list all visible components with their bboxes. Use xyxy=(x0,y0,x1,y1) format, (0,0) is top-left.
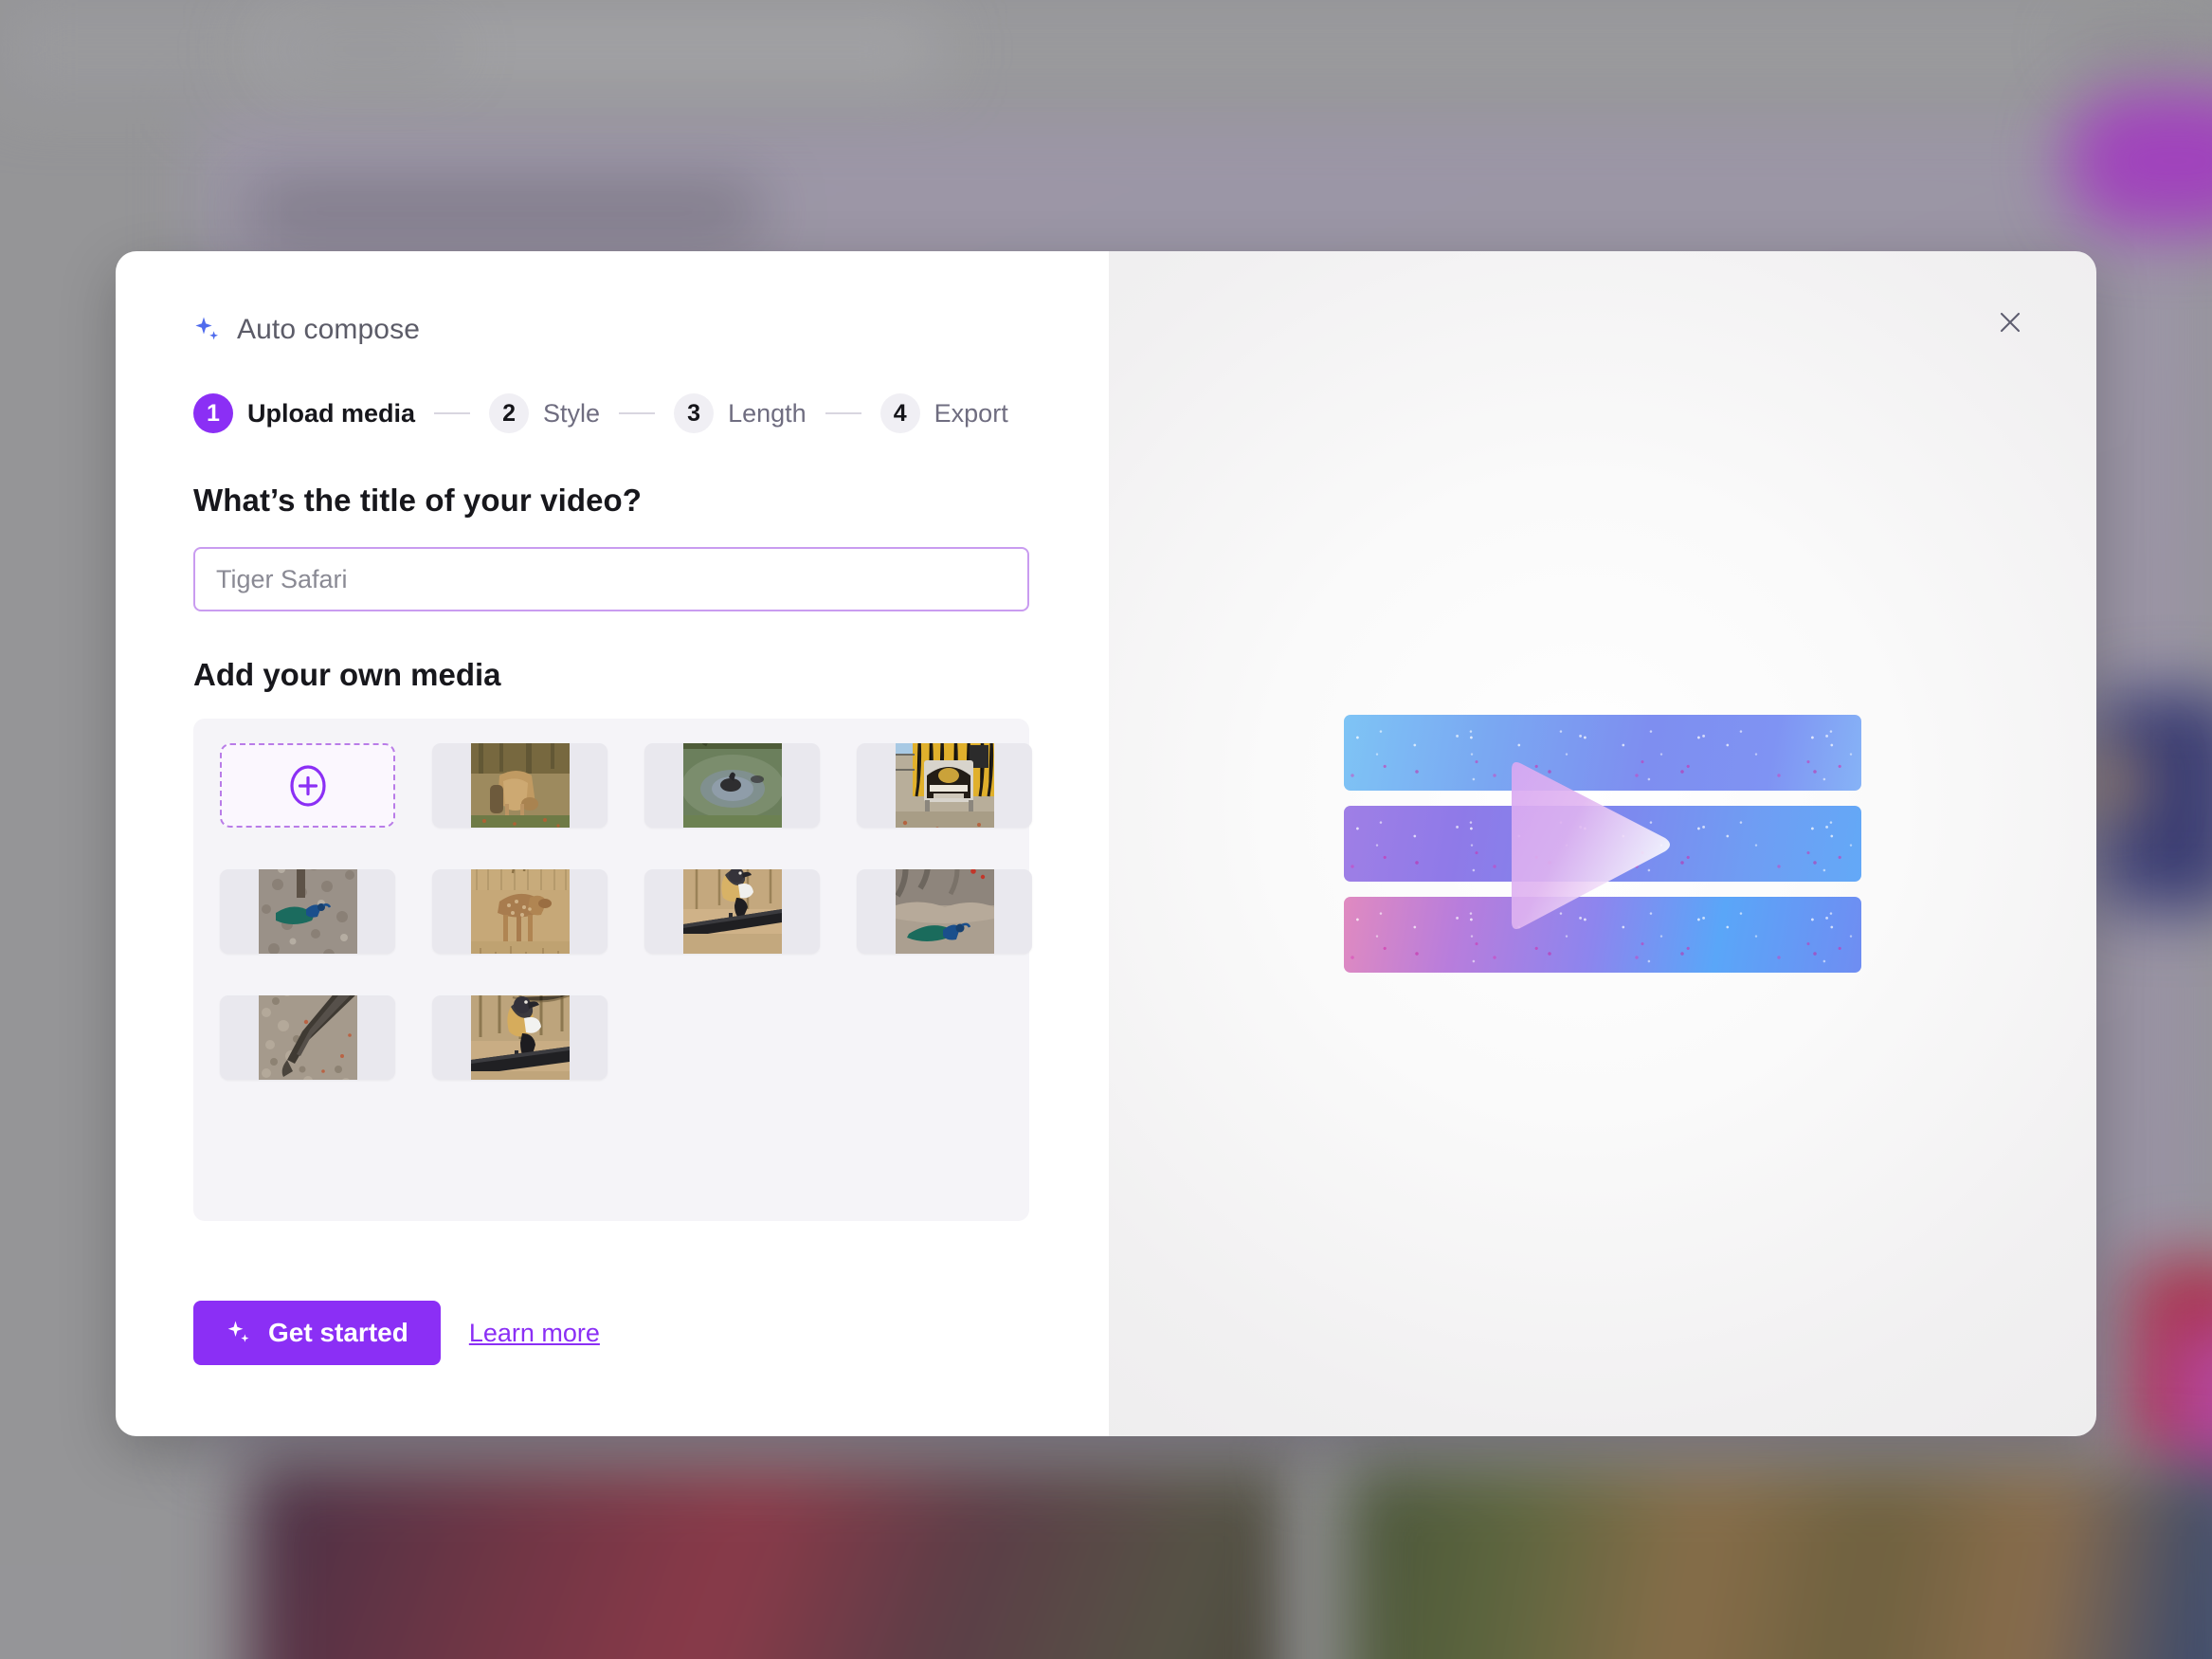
step-4-label: Export xyxy=(934,399,1008,428)
thumbnail-image xyxy=(259,995,357,1080)
thumbnail-image xyxy=(471,869,570,954)
dialog-footer-actions: Get started Learn more xyxy=(193,1301,600,1365)
sparkle-icon xyxy=(193,316,222,344)
video-title-input[interactable] xyxy=(193,547,1029,611)
video-title-question: What’s the title of your video? xyxy=(193,483,1109,519)
thumbnail-image xyxy=(683,743,782,828)
sparkle-icon xyxy=(226,1320,252,1346)
thumbnail-image xyxy=(896,743,994,828)
dialog-brand: Auto compose xyxy=(193,314,1109,346)
media-thumbnail[interactable] xyxy=(220,995,395,1080)
thumbnail-image xyxy=(896,869,994,954)
close-button[interactable] xyxy=(1988,301,2032,344)
media-thumbnail[interactable] xyxy=(432,743,607,828)
step-connector-1 xyxy=(434,412,470,414)
add-media-tile[interactable] xyxy=(220,743,395,828)
media-thumbnail[interactable] xyxy=(857,743,1032,828)
media-thumbnail[interactable] xyxy=(857,869,1032,954)
wizard-step-2[interactable]: 2 Style xyxy=(489,393,600,433)
step-connector-3 xyxy=(825,412,861,414)
step-4-badge: 4 xyxy=(880,393,920,433)
dialog-brand-label: Auto compose xyxy=(237,314,420,346)
dialog-preview-panel xyxy=(1109,251,2096,1436)
play-triangle-icon xyxy=(1502,757,1677,935)
step-1-badge: 1 xyxy=(193,393,233,433)
step-2-badge: 2 xyxy=(489,393,529,433)
get-started-button[interactable]: Get started xyxy=(193,1301,441,1365)
dialog-left-panel: Auto compose 1 Upload media 2 Style 3 Le… xyxy=(116,251,1109,1436)
wizard-stepper: 1 Upload media 2 Style 3 Length 4 Export xyxy=(193,393,1109,433)
step-connector-2 xyxy=(619,412,655,414)
media-thumbnail[interactable] xyxy=(644,869,820,954)
thumbnail-image xyxy=(259,869,357,954)
thumbnail-image xyxy=(471,743,570,828)
step-3-label: Length xyxy=(728,399,807,428)
wizard-step-4[interactable]: 4 Export xyxy=(880,393,1008,433)
close-icon xyxy=(1996,308,2024,337)
step-2-label: Style xyxy=(543,399,600,428)
plus-circle-icon xyxy=(287,765,329,807)
media-thumbnail[interactable] xyxy=(644,743,820,828)
get-started-label: Get started xyxy=(268,1318,408,1348)
media-thumbnail[interactable] xyxy=(432,995,607,1080)
media-thumbnail[interactable] xyxy=(220,869,395,954)
thumbnail-image xyxy=(471,995,570,1080)
media-thumbnail[interactable] xyxy=(432,869,607,954)
media-panel xyxy=(193,719,1029,1221)
media-grid xyxy=(220,743,1029,1080)
wizard-step-3[interactable]: 3 Length xyxy=(674,393,807,433)
wizard-step-1[interactable]: 1 Upload media xyxy=(193,393,415,433)
video-filmstrip-play-icon xyxy=(1344,715,1861,973)
add-media-heading: Add your own media xyxy=(193,657,1109,693)
learn-more-link[interactable]: Learn more xyxy=(469,1319,600,1348)
step-1-label: Upload media xyxy=(247,399,415,428)
auto-compose-dialog: Auto compose 1 Upload media 2 Style 3 Le… xyxy=(116,251,2096,1436)
step-3-badge: 3 xyxy=(674,393,714,433)
thumbnail-image xyxy=(683,869,782,954)
